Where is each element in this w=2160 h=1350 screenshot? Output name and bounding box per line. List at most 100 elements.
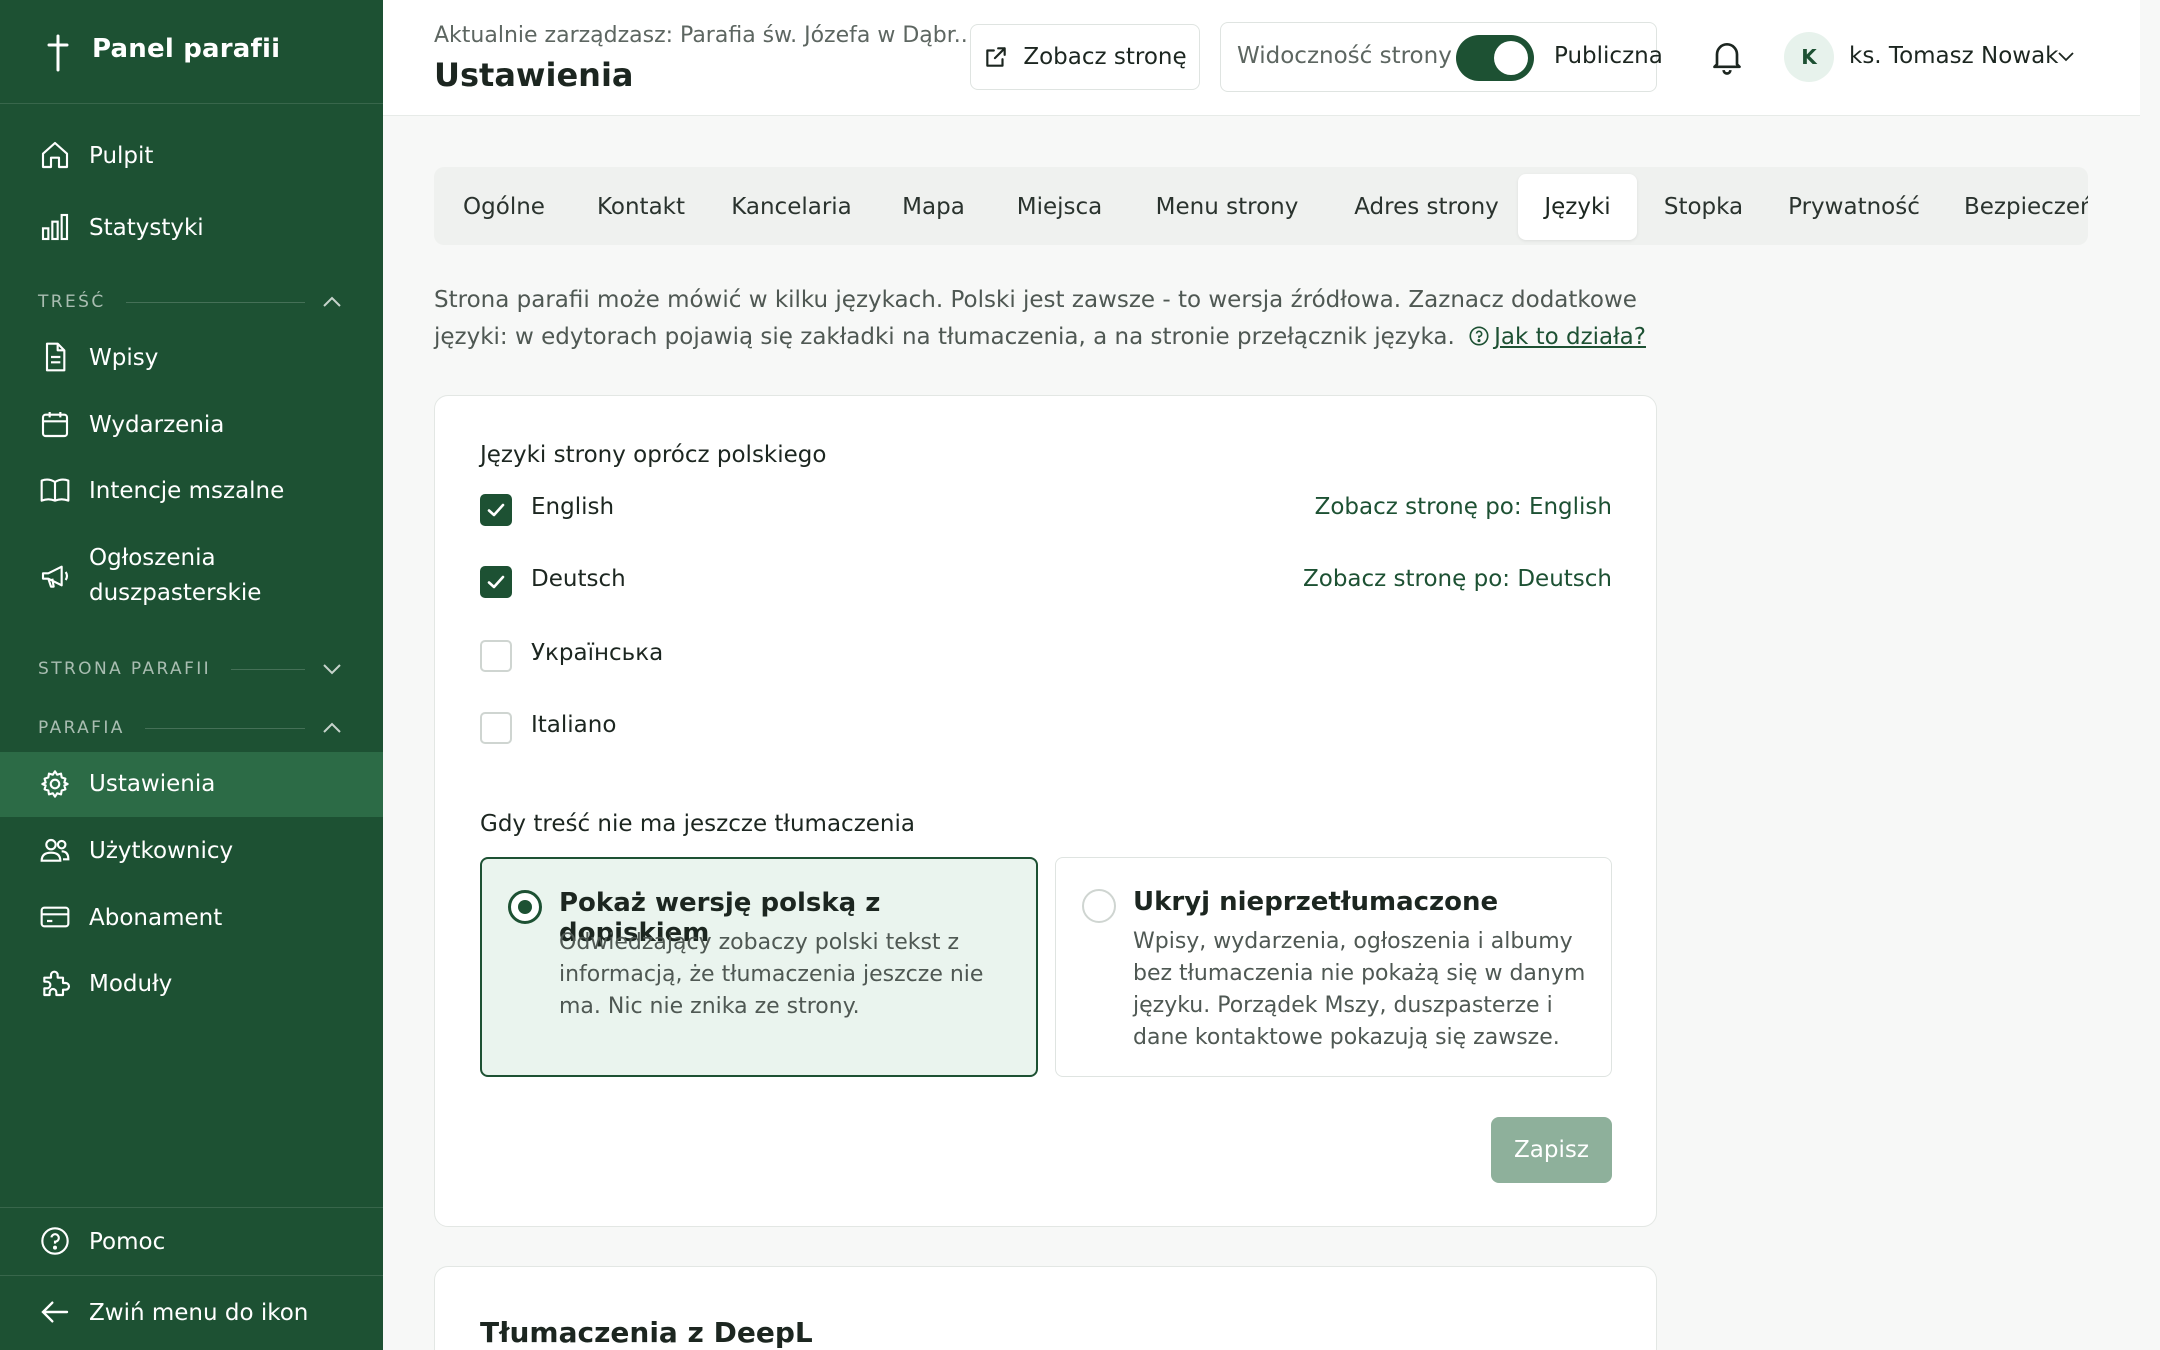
tab-kancelaria[interactable]: Kancelaria (708, 174, 875, 240)
help-circle-icon (41, 1227, 69, 1255)
sidebar-item-intencje[interactable]: Intencje mszalne (0, 474, 383, 508)
italiano-checkbox[interactable] (480, 712, 512, 744)
collapse-menu-button[interactable]: Zwiń menu do ikon (0, 1296, 383, 1330)
tab-bezpieczenstwo[interactable]: Bezpieczeństwo (1938, 174, 2088, 240)
bell-icon[interactable] (1707, 36, 1747, 76)
breadcrumb: Aktualnie zarządzasz: Parafia św. Józefa… (434, 23, 975, 48)
sidebar-item-ustawienia[interactable]: Ustawienia (0, 752, 383, 817)
view-language-link[interactable]: Zobacz stronę po: Deutsch (1303, 566, 1612, 592)
option-description: Wpisy, wydarzenia, ogłoszenia i albumy b… (1133, 929, 1586, 1050)
sidebar-item-label: Wpisy (89, 345, 159, 371)
fallback-option-show-polish[interactable]: Pokaż wersję polską z dopiskiem Odwiedza… (480, 857, 1038, 1077)
check-icon (487, 575, 505, 589)
avatar[interactable]: K (1784, 32, 1834, 82)
sidebar-item-uzytkownicy[interactable]: Użytkownicy (0, 834, 383, 868)
chevron-down-icon[interactable] (2056, 50, 2076, 64)
sidebar-item-label: Ustawienia (89, 771, 216, 797)
home-icon (41, 141, 69, 169)
sidebar-item-statystyki[interactable]: Statystyki (0, 211, 383, 245)
credit-card-icon (40, 906, 70, 928)
tab-adres-strony[interactable]: Adres strony (1327, 174, 1526, 240)
sidebar-item-ogloszenia[interactable]: Ogłoszenia duszpasterskie (0, 541, 383, 611)
brand[interactable]: Panel parafii (0, 0, 383, 104)
view-site-label: Zobacz stronę (1023, 44, 1187, 70)
deutsch-checkbox[interactable] (480, 566, 512, 598)
option-description: Odwiedzający zobaczy polski tekst z info… (559, 930, 984, 1019)
sidebar-item-wydarzenia[interactable]: Wydarzenia (0, 408, 383, 442)
section-label: TREŚĆ (38, 292, 106, 312)
calendar-icon (41, 412, 69, 438)
view-language-link[interactable]: Zobacz stronę po: English (1315, 494, 1612, 520)
user-name[interactable]: ks. Tomasz Nowak (1849, 43, 2059, 69)
sidebar-item-label: Użytkownicy (89, 838, 234, 864)
visibility-state: Publiczna (1554, 43, 1663, 69)
divider (231, 668, 305, 670)
sidebar-item-label: Statystyki (89, 215, 204, 241)
sidebar-item-abonament[interactable]: Abonament (0, 901, 383, 935)
divider (0, 1275, 383, 1276)
view-site-button[interactable]: Zobacz stronę (970, 24, 1200, 90)
brand-title: Panel parafii (92, 34, 281, 64)
language-row-deutsch: Deutsch Zobacz stronę po: Deutsch (480, 562, 1612, 602)
document-icon (45, 342, 66, 372)
check-icon (487, 503, 505, 517)
megaphone-icon (41, 565, 69, 588)
section-toggle-parish[interactable]: PARAFIA (38, 716, 343, 740)
gear-icon (41, 770, 69, 798)
language-name: Italiano (531, 712, 617, 738)
sidebar-item-moduly[interactable]: Moduły (0, 967, 383, 1001)
chevron-up-icon (323, 722, 341, 733)
language-name: Українська (531, 640, 664, 666)
sidebar-item-label: Pomoc (89, 1229, 166, 1255)
help-link[interactable]: Jak to działa? (1494, 324, 1646, 350)
tab-ogolne[interactable]: Ogólne (434, 174, 574, 240)
tab-miejsca[interactable]: Miejsca (992, 174, 1127, 240)
sidebar: Panel parafii Pulpit Statystyki TREŚĆ Wp… (0, 0, 383, 1350)
section-toggle-site[interactable]: STRONA PARAFII (38, 657, 343, 681)
language-row-english: English Zobacz stronę po: English (480, 490, 1612, 530)
save-button[interactable]: Zapisz (1491, 1117, 1612, 1183)
fallback-title: Gdy treść nie ma jeszcze tłumaczenia (480, 811, 915, 837)
intro-description: Strona parafii może mówić w kilku języka… (434, 287, 1637, 350)
language-name: Deutsch (531, 566, 626, 592)
ukrainian-checkbox[interactable] (480, 640, 512, 672)
help-circle-icon (1469, 326, 1489, 346)
deepl-card: Tłumaczenia z DeepL (434, 1266, 1657, 1350)
tab-kontakt[interactable]: Kontakt (574, 174, 708, 240)
sidebar-item-pomoc[interactable]: Pomoc (0, 1225, 383, 1259)
section-toggle-content[interactable]: TREŚĆ (38, 290, 343, 314)
section-label: STRONA PARAFII (38, 659, 212, 679)
deepl-title: Tłumaczenia z DeepL (480, 1316, 813, 1349)
users-icon (40, 838, 70, 862)
visibility-toggle[interactable] (1456, 35, 1534, 81)
sidebar-item-label: Wydarzenia (89, 412, 225, 438)
external-link-icon (986, 47, 1007, 67)
tab-prywatnosc[interactable]: Prywatność (1770, 174, 1938, 240)
english-checkbox[interactable] (480, 494, 512, 526)
divider (125, 301, 305, 303)
sidebar-item-label: Intencje mszalne (89, 478, 285, 504)
tab-menu-strony[interactable]: Menu strony (1127, 174, 1327, 240)
arrow-left-icon (41, 1301, 69, 1323)
fallback-option-hide-untranslated[interactable]: Ukryj nieprzetłumaczone Wpisy, wydarzeni… (1055, 857, 1612, 1077)
sidebar-item-label: Ogłoszenia (89, 545, 216, 571)
sidebar-item-label: Zwiń menu do ikon (89, 1300, 309, 1326)
radio-selected[interactable] (508, 890, 542, 924)
sidebar-item-wpisy[interactable]: Wpisy (0, 341, 383, 375)
book-icon (40, 478, 70, 502)
radio-unselected[interactable] (1082, 889, 1116, 923)
visibility-control: Widoczność strony Publiczna (1220, 22, 1663, 92)
sidebar-item-label: Moduły (89, 971, 173, 997)
tab-jezyki[interactable]: Języki (1518, 174, 1637, 240)
visibility-label: Widoczność strony (1237, 43, 1452, 69)
sidebar-item-label: Pulpit (89, 143, 154, 169)
sidebar-item-pulpit[interactable]: Pulpit (0, 139, 383, 173)
tab-mapa[interactable]: Mapa (875, 174, 992, 240)
section-label: PARAFIA (38, 718, 125, 738)
chevron-down-icon (323, 664, 341, 675)
divider (144, 727, 305, 729)
radio-dot (518, 900, 532, 914)
page-title: Ustawienia (434, 56, 634, 94)
toggle-knob (1494, 41, 1528, 75)
tab-stopka[interactable]: Stopka (1637, 174, 1770, 240)
